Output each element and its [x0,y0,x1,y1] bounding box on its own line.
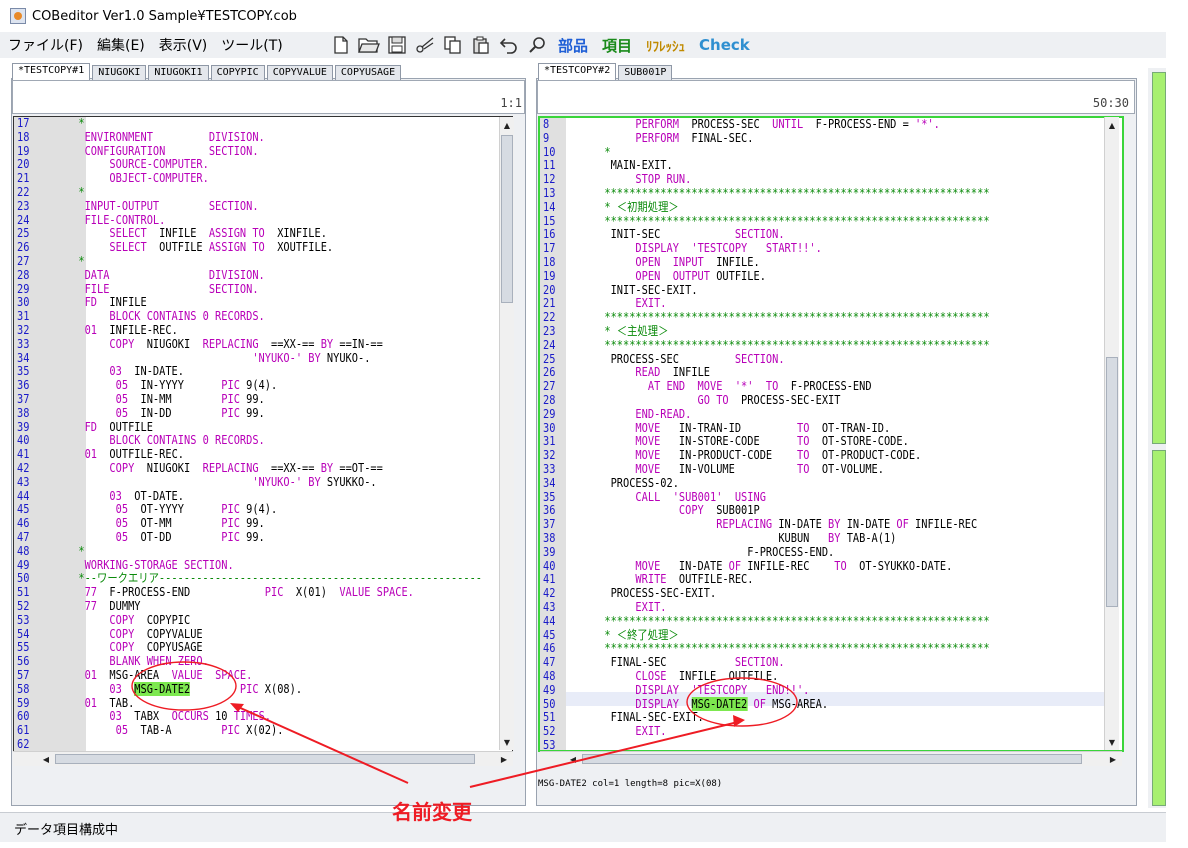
rename-annotation: 名前変更 [392,800,472,824]
arrowhead-right [733,715,745,727]
annotation-arrow-left [235,705,409,784]
annotation-arrow-right [469,721,739,788]
left-highlight-ellipse [131,661,237,711]
annotation-overlay [131,661,798,788]
arrowhead-left [230,703,244,712]
